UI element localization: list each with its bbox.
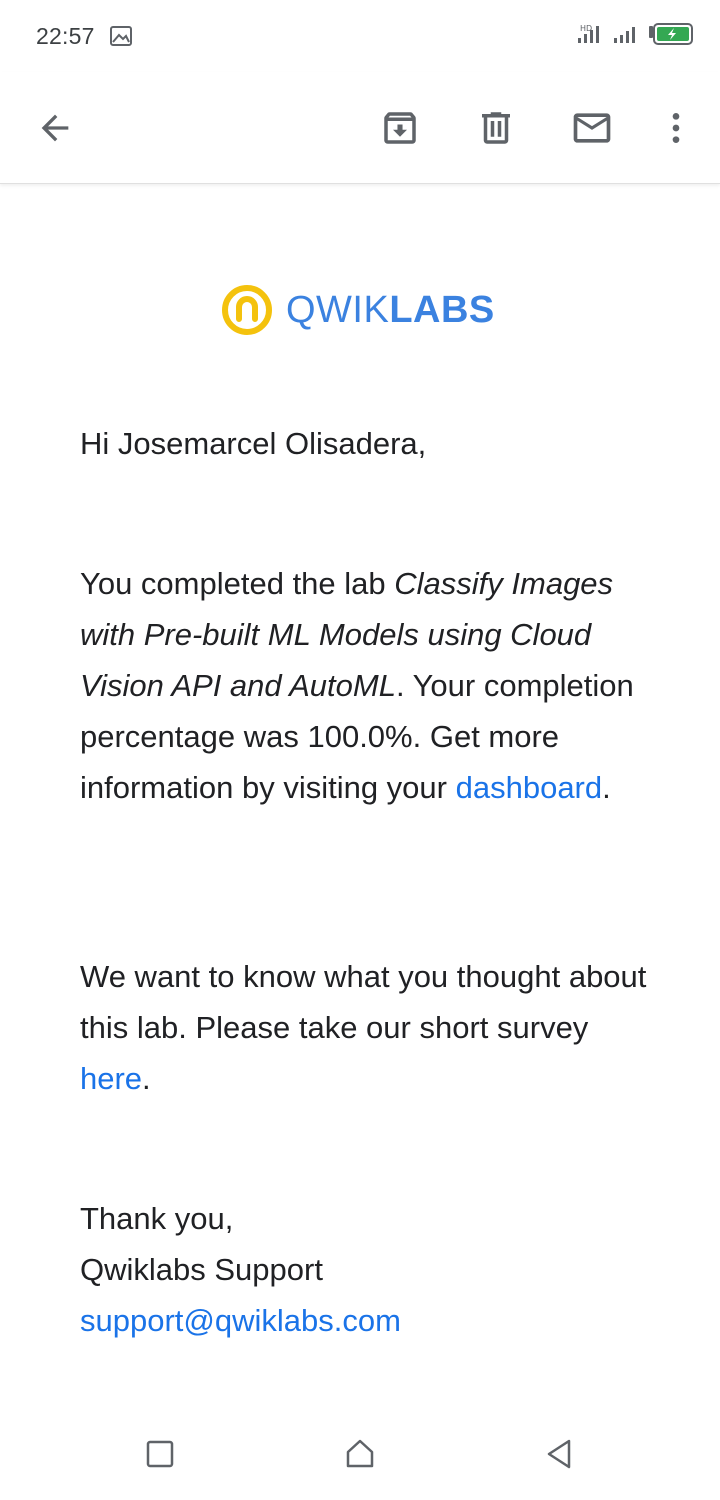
email-toolbar	[0, 72, 720, 184]
greeting: Hi Josemarcel Olisadera,	[80, 426, 427, 461]
archive-button[interactable]	[372, 100, 428, 156]
signal-hd-icon: HD	[576, 23, 602, 50]
delete-icon	[482, 112, 510, 144]
survey-link[interactable]: here	[80, 1061, 142, 1096]
more-options-button[interactable]	[648, 100, 704, 156]
more-vert-icon	[672, 113, 680, 143]
completion-paragraph: You completed the lab Classify Images wi…	[80, 558, 660, 813]
logo-word-light: QWIK	[286, 288, 390, 331]
survey-end: .	[142, 1061, 151, 1096]
dashboard-link[interactable]: dashboard	[456, 770, 603, 805]
signoff-thanks: Thank you,	[80, 1201, 234, 1236]
back-button[interactable]	[27, 100, 83, 156]
image-icon	[109, 25, 133, 47]
completion-end: .	[602, 770, 611, 805]
mark-unread-icon	[573, 113, 611, 143]
archive-icon	[384, 112, 416, 144]
logo-wordmark: QWIKLABS	[286, 289, 495, 332]
qwiklabs-logo: QWIKLABS	[220, 283, 495, 337]
system-nav-bar	[0, 1404, 720, 1500]
signal-icon	[612, 23, 638, 50]
battery-charging-icon	[648, 22, 694, 51]
home-icon	[346, 1439, 374, 1468]
back-icon	[547, 1439, 571, 1469]
arrow-back-icon	[41, 114, 69, 142]
completion-text-before: You completed the lab	[80, 566, 395, 601]
status-time: 22:57	[36, 22, 95, 49]
status-icons: HD	[576, 22, 694, 51]
nav-back-button[interactable]	[535, 1430, 583, 1478]
survey-paragraph: We want to know what you thought about t…	[80, 951, 660, 1104]
delete-button[interactable]	[468, 100, 524, 156]
qwiklabs-logo-icon	[222, 285, 272, 335]
logo-word-bold: LABS	[389, 288, 495, 331]
recent-apps-icon	[146, 1440, 174, 1468]
recent-apps-button[interactable]	[136, 1430, 184, 1478]
status-bar: 22:57 HD	[0, 0, 720, 72]
home-button[interactable]	[336, 1430, 384, 1478]
signoff: Thank you, Qwiklabs Support support@qwik…	[80, 1193, 660, 1346]
support-email-link[interactable]: support@qwiklabs.com	[80, 1303, 401, 1338]
mark-unread-button[interactable]	[564, 100, 620, 156]
signoff-team: Qwiklabs Support	[80, 1252, 323, 1287]
survey-text: We want to know what you thought about t…	[80, 959, 647, 1045]
